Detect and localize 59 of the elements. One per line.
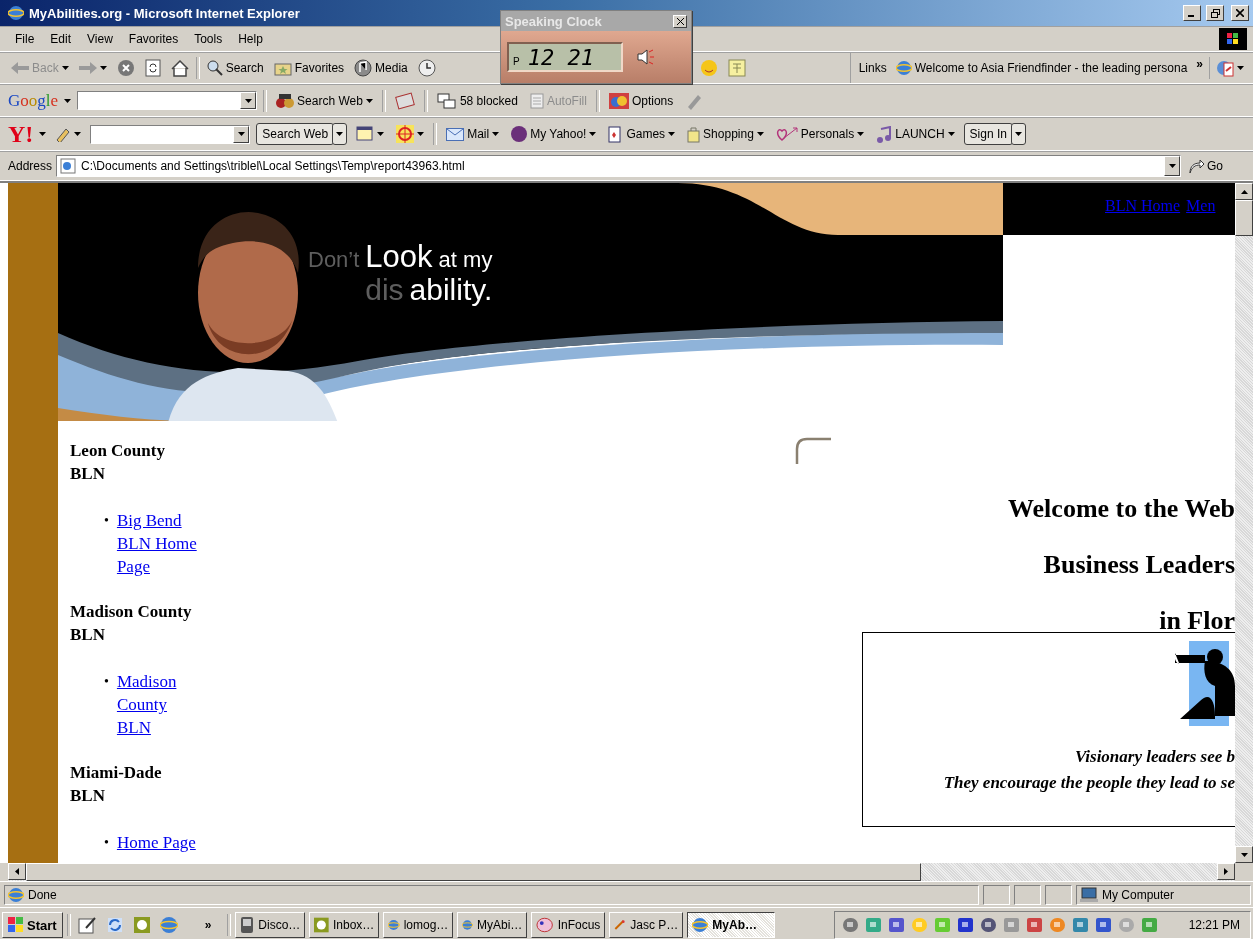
menu-item[interactable]: Tools: [187, 30, 230, 48]
games-button[interactable]: Games: [605, 123, 679, 145]
tray-clock[interactable]: 12:21 PM: [1188, 918, 1240, 932]
zone-text: My Computer: [1102, 887, 1175, 902]
address-text: C:\Documents and Settings\triblel\Local Settings\Temp\report43963.html: [81, 159, 465, 173]
bullet: •: [104, 512, 109, 530]
quote-line: They encourage the people they lead to se: [943, 772, 1235, 794]
taskbar-button[interactable]: Jasc P…: [609, 912, 684, 938]
mail-button[interactable]: Mail: [443, 125, 503, 143]
clock-window-title: Speaking Clock: [505, 13, 602, 29]
taskbar-button[interactable]: MyAb…: [687, 912, 776, 938]
go-button[interactable]: Go: [1185, 156, 1227, 176]
bullet: •: [104, 673, 109, 691]
taskbar-button[interactable]: Inbox…: [309, 912, 380, 938]
menu-item[interactable]: Help: [231, 30, 270, 48]
welcome-heading: Business Leaders: [1042, 550, 1235, 580]
quick-launch-overflow[interactable]: »: [204, 918, 212, 932]
launch-button[interactable]: LAUNCH: [873, 123, 958, 145]
links-label: Links: [858, 61, 887, 75]
window-title: MyAbilities.org - Microsoft Internet Explorer: [29, 5, 301, 21]
popups-button[interactable]: 58 blocked: [433, 90, 521, 111]
search-button[interactable]: Search Web: [273, 90, 376, 111]
bullet: •: [104, 834, 109, 852]
county-link[interactable]: Big Bend BLN Home Page: [116, 509, 199, 578]
status-text: Done: [28, 887, 57, 902]
county-link[interactable]: Home Page: [116, 831, 199, 854]
quote-line: Visionary leaders see b: [1074, 746, 1235, 768]
menu-item[interactable]: Edit: [43, 30, 79, 48]
menu-item[interactable]: Favorites: [121, 30, 186, 48]
address-field[interactable]: C:\Documents and Settings\triblel\Local Settings\Temp\report43963.html: [56, 155, 1182, 177]
favorites-button[interactable]: Favorites: [270, 58, 348, 78]
county-link[interactable]: Madison County BLN: [116, 670, 199, 739]
am-pm-indicator: P: [513, 56, 520, 67]
menu-item[interactable]: View: [80, 30, 120, 48]
shopping-button[interactable]: Shopping: [684, 123, 767, 145]
taskbar-button[interactable]: InFocus: [531, 912, 606, 938]
sign-in-button[interactable]: Sign In: [963, 123, 1013, 145]
start-button[interactable]: Start: [2, 912, 63, 938]
clock-time: 12 21: [527, 44, 594, 70]
personals-button[interactable]: Personals: [772, 124, 868, 144]
welcome-heading: Welcome to the Web: [1007, 494, 1235, 524]
taskbar-button[interactable]: MyAbi…: [457, 912, 528, 938]
banner-tagline: Don’t Look at my dis ability.: [308, 241, 493, 306]
welcome-heading: in Flor: [1158, 606, 1235, 636]
taskbar-button[interactable]: lomog…: [383, 912, 454, 938]
search-button[interactable]: Search: [203, 58, 267, 78]
links-overflow[interactable]: »: [1196, 57, 1203, 71]
taskbar-button[interactable]: Disco…: [235, 912, 306, 938]
county-heading: Madison County BLN: [70, 601, 193, 646]
media-button[interactable]: Media: [351, 57, 411, 79]
link-shortcut[interactable]: Welcome to Asia Friendfinder - the leading persona: [892, 58, 1191, 78]
myyahoo-button[interactable]: My Yahoo!: [508, 124, 600, 144]
county-heading: Leon County BLN: [70, 440, 166, 485]
menu-item[interactable]: File: [8, 30, 42, 48]
options-button[interactable]: Options: [605, 90, 677, 111]
address-label: Address: [8, 159, 53, 173]
county-heading: Miami-Dade BLN: [70, 762, 163, 807]
google-logo[interactable]: Google: [8, 90, 59, 111]
yahoo-search-button[interactable]: Search Web: [256, 123, 335, 145]
